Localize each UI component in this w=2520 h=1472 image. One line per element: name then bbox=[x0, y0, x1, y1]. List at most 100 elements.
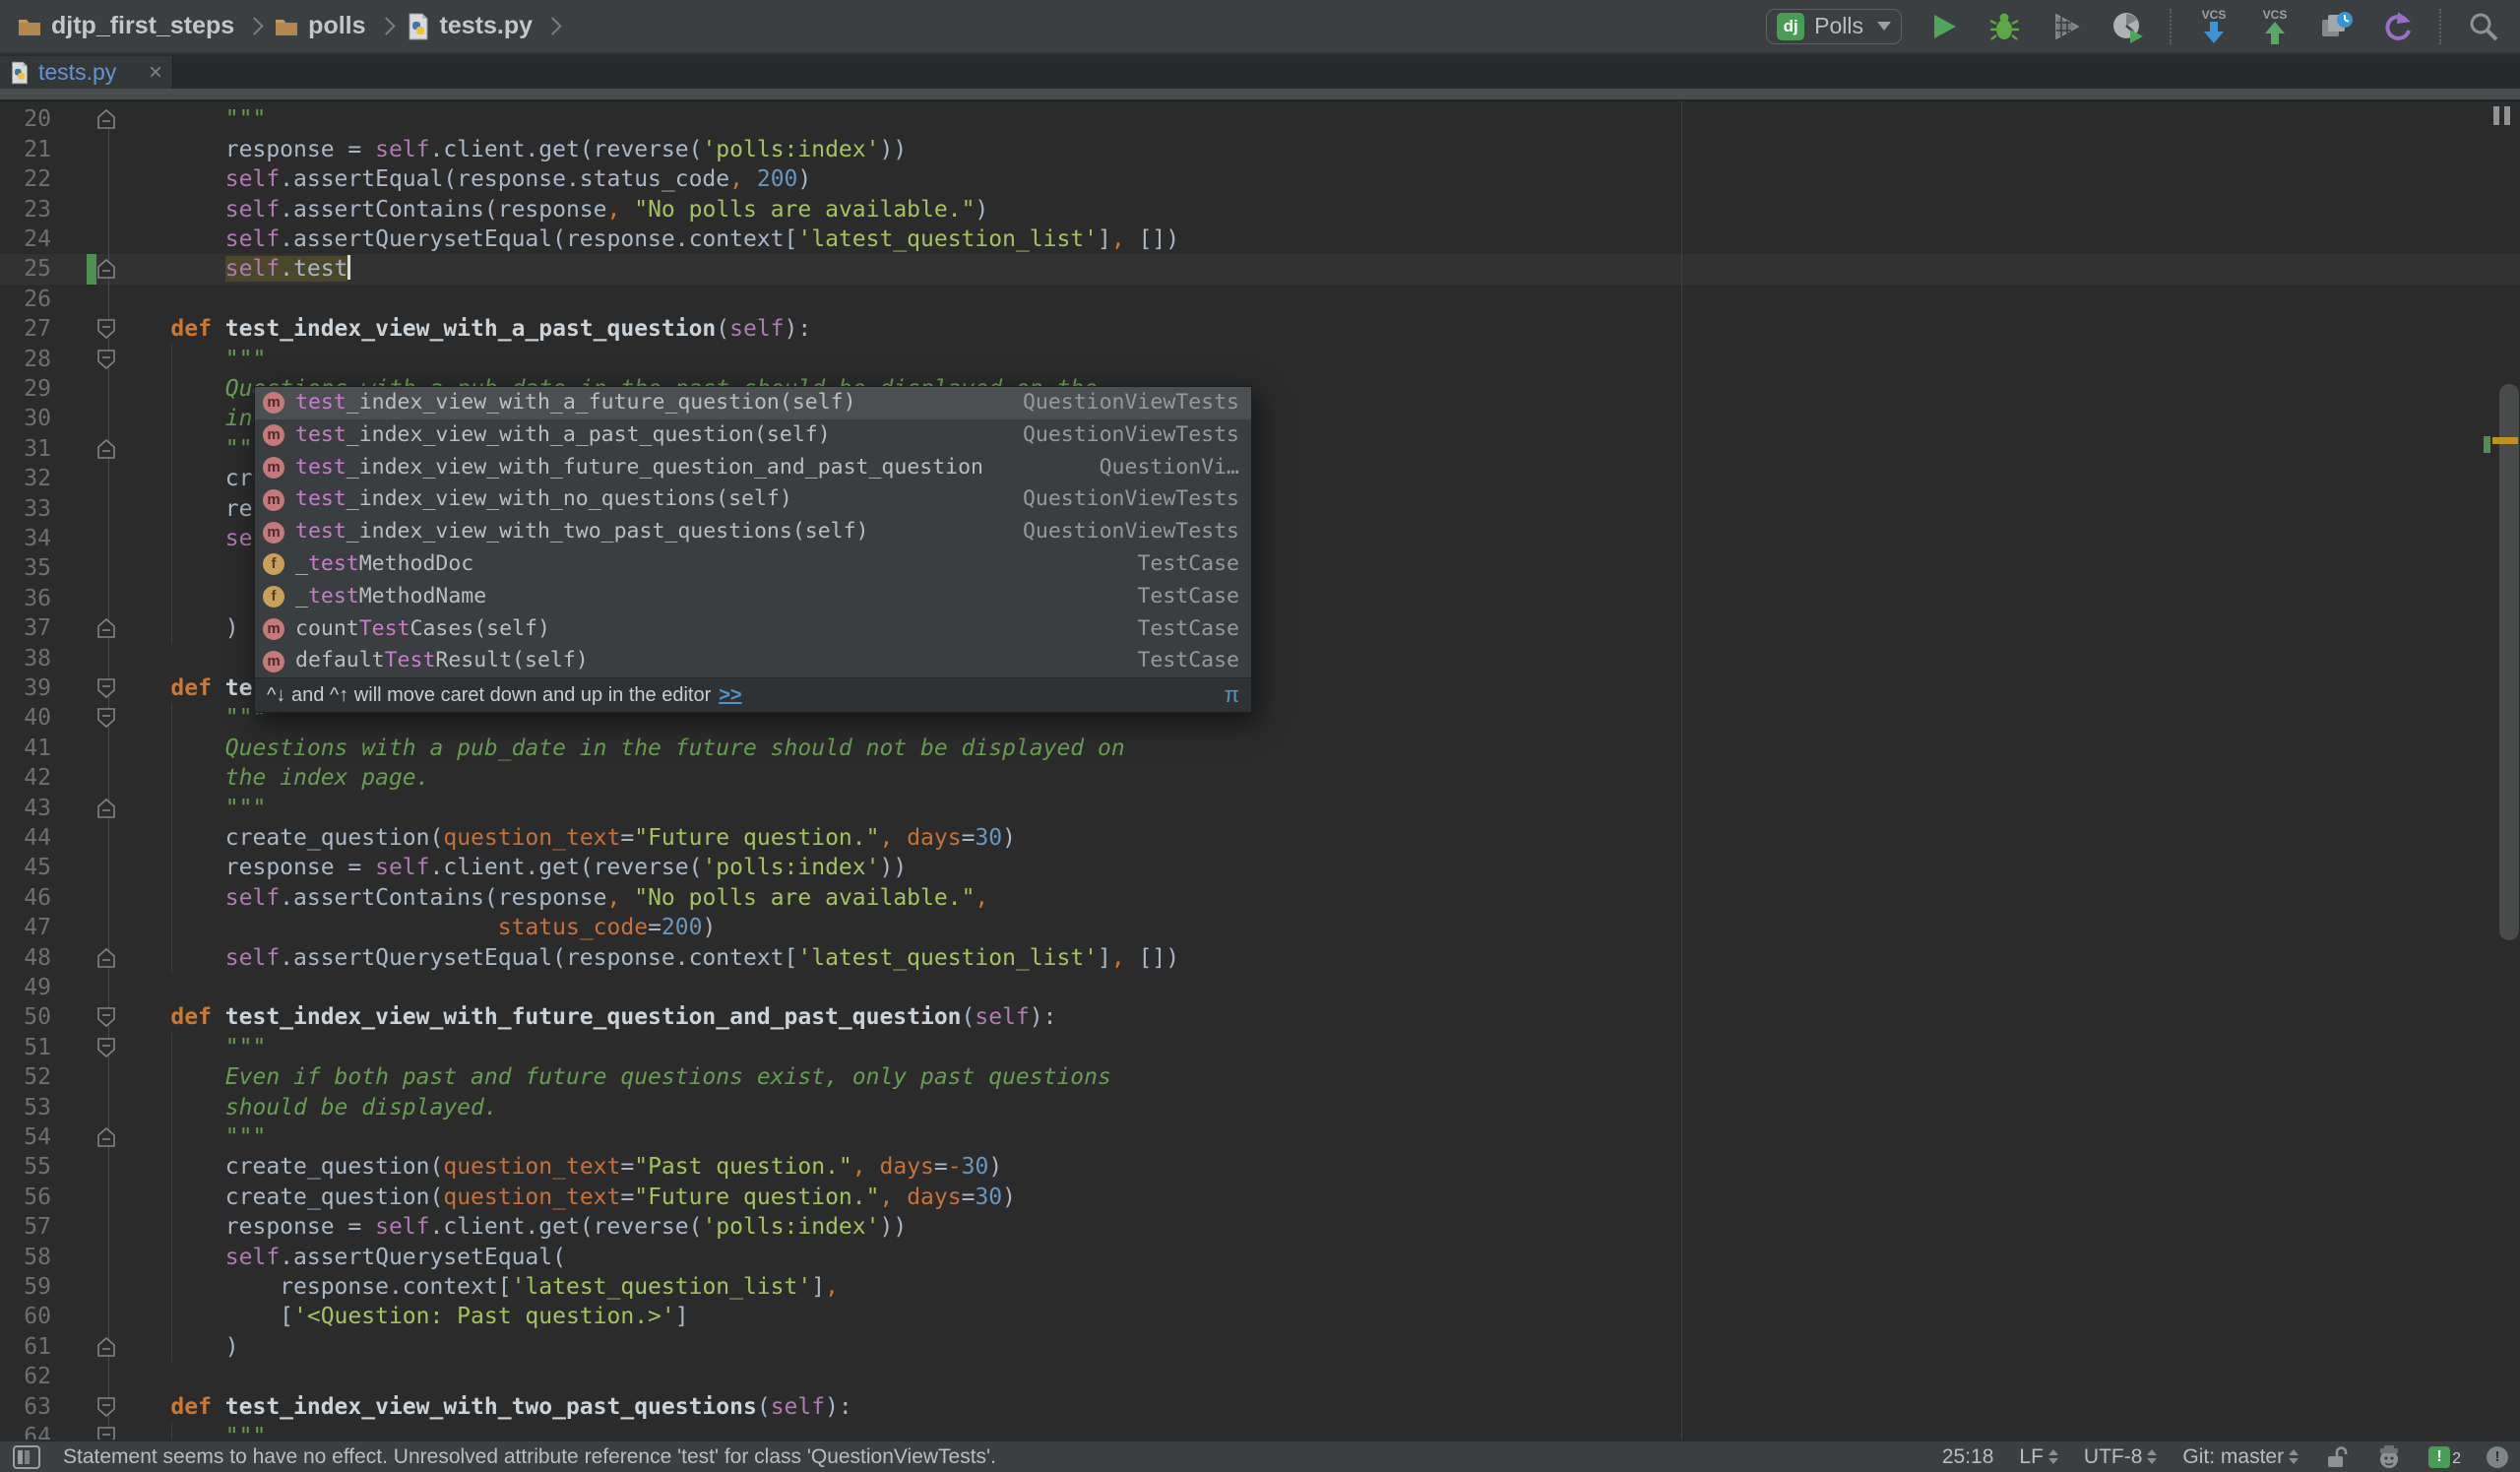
breadcrumb-item-folder[interactable]: polls bbox=[275, 12, 366, 40]
editor-tab-bar: tests.py × bbox=[0, 56, 2520, 89]
code-line[interactable]: self.assertQuerysetEqual( bbox=[0, 1243, 2520, 1273]
completion-list[interactable]: m test_index_view_with_a_future_question(… bbox=[255, 387, 1251, 677]
code-line[interactable] bbox=[0, 285, 2520, 315]
code-line[interactable]: """ bbox=[0, 1122, 2520, 1153]
warning-stripe-mark[interactable] bbox=[2492, 437, 2518, 444]
code-line[interactable]: ['<Question: Past question.>'] bbox=[0, 1302, 2520, 1332]
code-token: ): bbox=[784, 316, 812, 343]
code-line[interactable]: create_question(question_text="Future qu… bbox=[0, 1183, 2520, 1213]
completion-item[interactable]: m test_index_view_with_two_past_questions… bbox=[255, 516, 1251, 548]
inspection-profile-icon[interactable] bbox=[2375, 1444, 2403, 1470]
completion-item[interactable]: f _testMethodName TestCase bbox=[255, 581, 1251, 613]
search-everywhere-button[interactable] bbox=[2465, 7, 2502, 46]
code-line[interactable]: self.assertEqual(response.status_code, 2… bbox=[0, 164, 2520, 195]
completion-name-part: _index_view_with_future_question_and_pas… bbox=[346, 454, 983, 480]
completion-name: countTestCases(self) bbox=[295, 613, 550, 646]
close-icon[interactable]: × bbox=[149, 60, 162, 85]
toolwindow-toggle-icon[interactable] bbox=[12, 1444, 41, 1470]
tab-tests-py[interactable]: tests.py × bbox=[0, 56, 173, 89]
code-line[interactable]: create_question(question_text="Past ques… bbox=[0, 1152, 2520, 1183]
code-line[interactable]: status_code=200) bbox=[0, 913, 2520, 943]
completion-item[interactable]: m test_index_view_with_future_question_an… bbox=[255, 452, 1251, 484]
code-token: question_text bbox=[443, 1184, 621, 1210]
completion-item[interactable]: f _testMethodDoc TestCase bbox=[255, 548, 1251, 581]
code-token: .test bbox=[280, 256, 348, 283]
code-line[interactable]: def test_index_view_with_future_question… bbox=[0, 1002, 2520, 1033]
lock-open-icon[interactable] bbox=[2324, 1444, 2350, 1470]
caret-position-widget[interactable]: 25:18 bbox=[1942, 1445, 1994, 1469]
debug-button[interactable] bbox=[1986, 7, 2024, 46]
code-token: If no questions exist, an appropriate me… bbox=[116, 101, 1030, 102]
completion-item[interactable]: m test_index_view_with_no_questions(self)… bbox=[255, 483, 1251, 516]
code-line[interactable]: Questions with a pub_date in the future … bbox=[0, 734, 2520, 764]
code-line[interactable]: response = self.client.get(reverse('poll… bbox=[0, 1212, 2520, 1243]
code-token: days bbox=[879, 1154, 934, 1181]
code-line[interactable]: the index page. bbox=[0, 763, 2520, 794]
code-token: , bbox=[1110, 944, 1125, 971]
code-line[interactable]: Even if both past and future questions e… bbox=[0, 1062, 2520, 1093]
line-separator-widget[interactable]: LF bbox=[2019, 1445, 2058, 1469]
completion-item[interactable]: m countTestCases(self) TestCase bbox=[255, 613, 1251, 646]
encoding-widget[interactable]: UTF-8 bbox=[2084, 1445, 2158, 1469]
code-line[interactable]: create_question(question_text="Future qu… bbox=[0, 823, 2520, 854]
code-line[interactable]: response.context['latest_question_list']… bbox=[0, 1272, 2520, 1303]
code-line[interactable]: self.assertQuerysetEqual(response.contex… bbox=[0, 224, 2520, 255]
run-configuration-select[interactable]: dj Polls bbox=[1766, 8, 1902, 44]
code-line[interactable]: self.assertQuerysetEqual(response.contex… bbox=[0, 943, 2520, 974]
recent-changes-button[interactable] bbox=[2317, 7, 2355, 46]
tab-label: tests.py bbox=[38, 59, 117, 85]
code-token: ] bbox=[674, 1304, 689, 1330]
code-line[interactable]: def test_index_view_with_a_past_question… bbox=[0, 314, 2520, 345]
run-button[interactable] bbox=[1925, 7, 1963, 46]
vcs-added-stripe-mark[interactable] bbox=[2484, 436, 2490, 453]
chevron-right-icon bbox=[245, 17, 264, 35]
completion-item[interactable]: m defaultTestResult(self) TestCase bbox=[255, 645, 1251, 677]
code-editor[interactable]: 1920212223242526272829303132333435363738… bbox=[0, 101, 2520, 1440]
code-line[interactable]: response = self.client.get(reverse('poll… bbox=[0, 853, 2520, 883]
code-line[interactable]: self.assertContains(response, "No polls … bbox=[0, 195, 2520, 225]
relevance-sort-icon[interactable]: π bbox=[1225, 682, 1239, 708]
split-bars-icon[interactable] bbox=[2493, 106, 2510, 125]
vcs-update-button[interactable]: VCS bbox=[2195, 7, 2233, 46]
code-line[interactable]: """ bbox=[0, 345, 2520, 375]
code-line[interactable]: response = self.client.get(reverse('poll… bbox=[0, 135, 2520, 165]
code-token: 'polls:index' bbox=[702, 136, 880, 162]
code-line[interactable]: """ bbox=[0, 1033, 2520, 1063]
code-token: = bbox=[620, 1154, 635, 1181]
code-line[interactable]: ) bbox=[0, 1332, 2520, 1363]
text-caret bbox=[347, 255, 351, 281]
code-token: """ bbox=[116, 795, 267, 821]
code-line[interactable]: self.assertContains(response, "No polls … bbox=[0, 883, 2520, 914]
event-log-icon[interactable]: ! bbox=[2487, 1445, 2508, 1468]
code-token: ( bbox=[961, 1004, 976, 1031]
git-branch-widget[interactable]: Git: master bbox=[2182, 1445, 2300, 1469]
breadcrumb-item-project[interactable]: djtp_first_steps bbox=[18, 12, 234, 40]
notifications-widget[interactable]: ! 2 bbox=[2428, 1445, 2461, 1468]
completion-name: _testMethodName bbox=[295, 581, 486, 613]
code-token: , bbox=[851, 1154, 866, 1181]
code-line[interactable]: def test_index_view_with_two_past_questi… bbox=[0, 1392, 2520, 1423]
code-line[interactable] bbox=[0, 1362, 2520, 1392]
code-token: def bbox=[170, 316, 225, 343]
code-token: ) bbox=[116, 615, 239, 642]
code-line[interactable]: self.test bbox=[0, 254, 2520, 285]
completion-more-link[interactable]: >> bbox=[719, 684, 741, 707]
editor-scrollbar[interactable] bbox=[2499, 384, 2519, 940]
completion-item[interactable]: m test_index_view_with_a_past_question(se… bbox=[255, 419, 1251, 452]
code-line[interactable]: """ bbox=[0, 104, 2520, 135]
code-token: ) bbox=[702, 915, 717, 941]
vcs-commit-button[interactable]: VCS bbox=[2256, 7, 2294, 46]
code-line[interactable] bbox=[0, 973, 2520, 1003]
rollback-button[interactable] bbox=[2378, 7, 2416, 46]
profiler-button[interactable] bbox=[2109, 7, 2146, 46]
code-line[interactable]: """ bbox=[0, 1422, 2520, 1440]
coverage-icon bbox=[2055, 13, 2080, 39]
completion-item[interactable]: m test_index_view_with_a_future_question(… bbox=[255, 387, 1251, 419]
run-with-coverage-button[interactable] bbox=[2048, 7, 2085, 46]
code-line[interactable]: should be displayed. bbox=[0, 1093, 2520, 1123]
code-line[interactable]: """ bbox=[0, 794, 2520, 824]
breadcrumb-item-file[interactable]: tests.py bbox=[407, 12, 533, 40]
